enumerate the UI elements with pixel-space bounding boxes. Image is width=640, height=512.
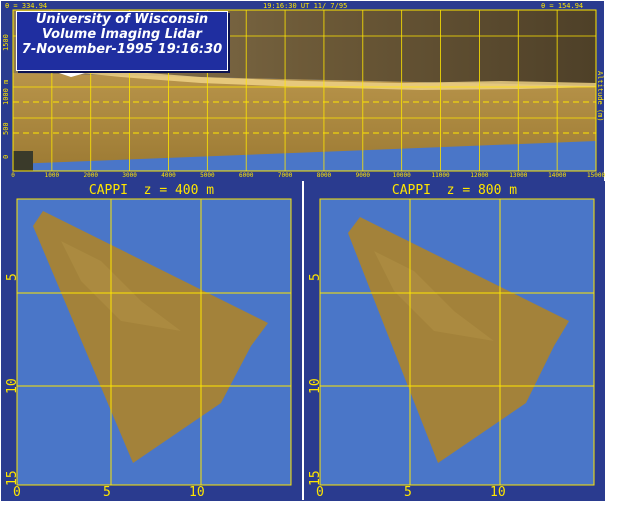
timestamp-readout: 19:16:30 UT 11/ 7/95 bbox=[263, 2, 348, 10]
rhi-x-tick: 3000 bbox=[122, 172, 137, 179]
rhi-x-tick: 0 bbox=[11, 172, 15, 179]
rhi-x-tick: 13000 bbox=[509, 172, 528, 179]
cappi-right-plot bbox=[319, 198, 595, 486]
title-box: University of Wisconsin Volume Imaging L… bbox=[16, 11, 228, 71]
rhi-y-tick: 1000 m bbox=[2, 79, 10, 105]
cappi-right-x-tick: 10 bbox=[490, 485, 506, 500]
cappi-left-x-tick: 10 bbox=[189, 485, 205, 500]
azimuth-left-readout: θ = 334.94 bbox=[5, 2, 48, 10]
cappi-right-y-tick: 15 bbox=[308, 470, 323, 486]
rhi-x-tick: 5000 bbox=[200, 172, 215, 179]
azimuth-right-readout: θ = 154.94 bbox=[541, 2, 584, 10]
rhi-x-tick: 4000 bbox=[161, 172, 176, 179]
rhi-x-tick: 11000 bbox=[431, 172, 450, 179]
cappi-left-panel: CAPPI z = 400 m 5 10 15 0 5 10 bbox=[1, 181, 302, 500]
title-line-2: Volume Imaging Lidar bbox=[42, 27, 202, 42]
cappi-left-plot bbox=[16, 198, 292, 486]
rhi-y-tick: 500 bbox=[2, 122, 10, 135]
cappi-right-panel: CAPPI z = 800 m 5 10 15 0 5 10 bbox=[304, 181, 605, 500]
rhi-x-tick: 2000 bbox=[83, 172, 98, 179]
rhi-x-tick: 12000 bbox=[470, 172, 489, 179]
rhi-x-tick: 9000 bbox=[355, 172, 371, 179]
cappi-right-y-tick: 10 bbox=[308, 378, 323, 394]
rhi-x-tick: 1000 bbox=[44, 172, 60, 179]
rhi-x-tick: 6000 bbox=[239, 172, 254, 179]
cappi-right-x-tick: 0 bbox=[316, 485, 324, 500]
cappi-left-y-tick: 5 bbox=[5, 273, 20, 281]
rhi-x-tick: 14000 bbox=[548, 172, 567, 179]
rhi-x-tick: 7000 bbox=[277, 172, 293, 179]
cappi-left-x-tick: 5 bbox=[103, 485, 111, 500]
rhi-y-tick: 1500 bbox=[2, 34, 10, 51]
title-line-1: University of Wisconsin bbox=[35, 12, 209, 27]
bottom-border bbox=[1, 500, 605, 501]
cappi-left-y-tick: 15 bbox=[5, 470, 20, 486]
cappi-left-y-tick: 10 bbox=[5, 378, 20, 394]
rhi-y-tick: 0 bbox=[2, 154, 10, 159]
cappi-left-x-tick: 0 bbox=[13, 485, 21, 500]
rhi-y-axis-label: Altitude (m) bbox=[596, 71, 604, 122]
rhi-panel: θ = 334.94 19:16:30 UT 11/ 7/95 θ = 154.… bbox=[1, 1, 606, 181]
cappi-right-x-tick: 5 bbox=[404, 485, 412, 500]
title-line-3: 7-November-1995 19:16:30 bbox=[21, 42, 223, 57]
cappi-right-y-tick: 5 bbox=[308, 273, 323, 281]
rhi-x-tick: 10000 bbox=[392, 172, 411, 179]
rhi-x-tick: 8000 bbox=[316, 172, 332, 179]
rhi-x-tick: 15000 bbox=[587, 172, 606, 179]
